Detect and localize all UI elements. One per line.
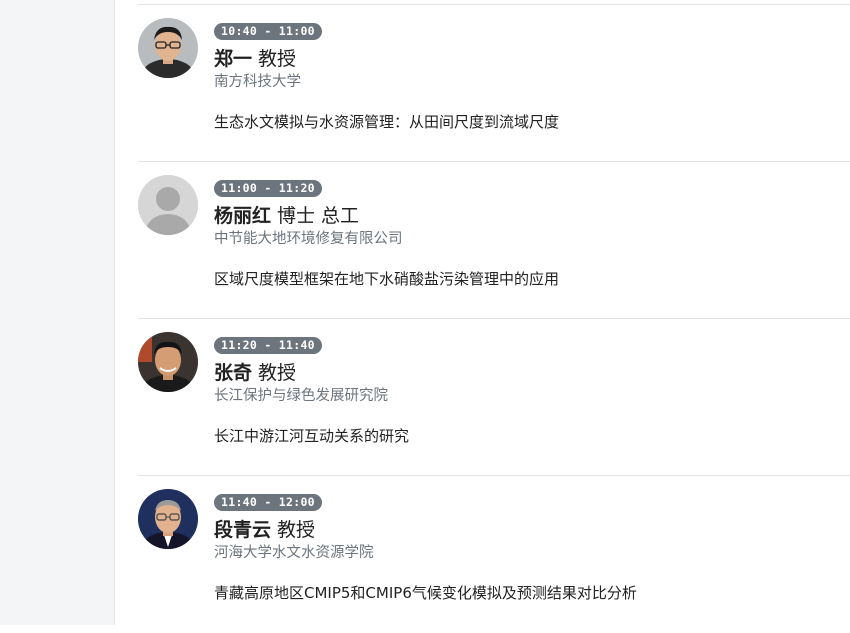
speaker-line: 杨丽红 博士 总工 [214,204,359,228]
time-badge: 11:00 - 11:20 [214,180,322,197]
schedule-item: 11:20 - 11:40 张奇 教授 长江保护与绿色发展研究院 长江中游江河互动… [138,319,850,476]
speaker-photo-icon [138,18,198,78]
schedule-list: 10:40 - 11:00 郑一 教授 南方科技大学 生态水文模拟与水资源管理：从… [138,0,850,625]
talk-title: 区域尺度模型框架在地下水硝酸盐污染管理中的应用 [214,270,560,288]
speaker-avatar[interactable] [138,489,198,549]
speaker-title: 教授 [277,519,316,541]
speaker-photo-icon [138,332,198,392]
speaker-title: 博士 总工 [277,205,360,227]
time-badge: 11:40 - 12:00 [214,494,322,511]
left-pane [0,0,115,625]
speaker-affiliation: 南方科技大学 [214,74,301,90]
speaker-name: 杨丽红 [214,205,272,227]
speaker-name: 郑一 [214,48,253,70]
speaker-photo-icon [138,489,198,549]
talk-title: 青藏高原地区CMIP5和CMIP6气候变化模拟及预测结果对比分析 [214,584,637,602]
speaker-name: 段青云 [214,519,272,541]
speaker-title: 教授 [258,48,297,70]
speaker-avatar[interactable] [138,18,198,78]
speaker-avatar[interactable] [138,332,198,392]
time-badge: 10:40 - 11:00 [214,23,322,40]
schedule-item: 10:40 - 11:00 郑一 教授 南方科技大学 生态水文模拟与水资源管理：从… [138,5,850,162]
speaker-line: 段青云 教授 [214,518,315,542]
speaker-line: 郑一 教授 [214,47,296,71]
speaker-title: 教授 [258,362,297,384]
talk-title: 生态水文模拟与水资源管理：从田间尺度到流域尺度 [214,113,560,131]
schedule-item: 11:00 - 11:20 杨丽红 博士 总工 中节能大地环境修复有限公司 区域尺… [138,162,850,319]
speaker-affiliation: 长江保护与绿色发展研究院 [214,388,388,404]
speaker-name: 张奇 [214,362,253,384]
talk-title: 长江中游江河互动关系的研究 [214,427,410,445]
default-avatar-icon [138,175,198,235]
speaker-line: 张奇 教授 [214,361,296,385]
speaker-affiliation: 河海大学水文水资源学院 [214,545,374,561]
time-badge: 11:20 - 11:40 [214,337,322,354]
speaker-avatar[interactable] [138,175,198,235]
speaker-affiliation: 中节能大地环境修复有限公司 [214,231,403,247]
schedule-item: 11:40 - 12:00 段青云 教授 河海大学水文水资源学院 青藏高原地区CM… [138,476,850,633]
